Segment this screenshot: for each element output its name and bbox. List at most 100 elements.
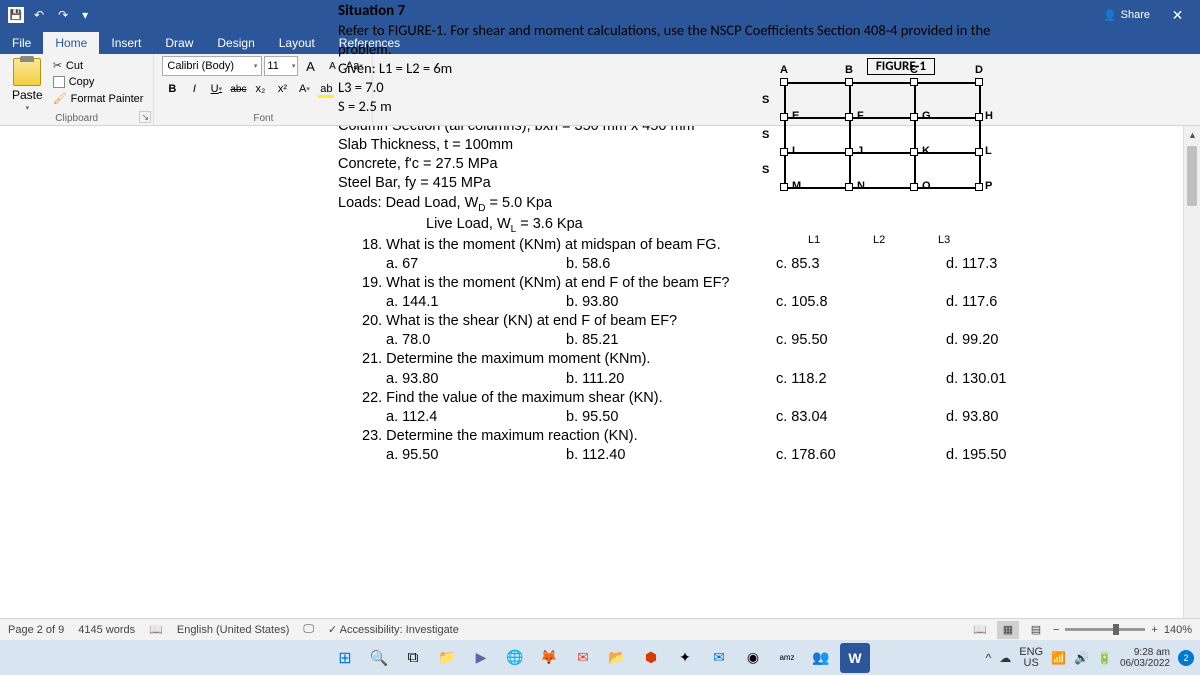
close-button[interactable]: ✕ [1155, 0, 1200, 30]
strike-button[interactable]: abc [228, 79, 248, 99]
tray-chevron-icon[interactable]: ^ [986, 651, 992, 665]
q21-opts: a. 93.80b. 111.20c. 118.2d. 130.01 [338, 370, 1182, 389]
subscript-button[interactable]: x₂ [250, 79, 270, 99]
copy-button[interactable]: Copy [51, 75, 146, 89]
zoom-out-button[interactable]: − [1053, 624, 1059, 636]
web-layout-button[interactable]: ▤ [1025, 621, 1047, 639]
font-size-value: 11 [267, 60, 278, 72]
tray-onedrive-icon[interactable]: ☁ [999, 651, 1011, 665]
underline-label: U [211, 83, 219, 95]
text-effects-button[interactable]: A▾ [294, 79, 314, 99]
notification-badge[interactable]: 2 [1178, 650, 1194, 666]
doc-slab: Slab Thickness, t = 100mm [338, 136, 1182, 155]
underline-button[interactable]: U▾ [206, 79, 226, 99]
doc-given: Given: L1 = L2 = 6m [338, 59, 452, 77]
q23-opts: a. 95.50b. 112.40c. 178.60d. 195.50 [338, 446, 1182, 465]
taskbar-app-chrome[interactable]: ◉ [738, 643, 768, 673]
brush-icon: 🖌 [53, 92, 67, 105]
zoom-in-button[interactable]: + [1151, 624, 1157, 636]
language-switcher[interactable]: ENGUS [1019, 647, 1043, 669]
taskbar-app-edge[interactable]: 🌐 [500, 643, 530, 673]
taskbar-app-teams[interactable]: 👥 [806, 643, 836, 673]
figure-label: FIGURE-1 [867, 58, 935, 75]
language-indicator[interactable]: English (United States) [177, 624, 290, 636]
tray-volume-icon[interactable]: 🔊 [1074, 651, 1089, 665]
accessibility-indicator[interactable]: ✓ Accessibility: Investigate [328, 623, 459, 636]
taskbar-app-office[interactable]: ⬢ [636, 643, 666, 673]
task-view-button[interactable]: ⧉ [398, 643, 428, 673]
read-mode-button[interactable]: 📖 [969, 621, 991, 639]
taskbar-app-video[interactable]: ▶ [466, 643, 496, 673]
font-name-value: Calibri (Body) [167, 60, 234, 72]
customize-qat[interactable]: ▾ [78, 8, 92, 22]
scroll-up-button[interactable]: ▲ [1184, 126, 1200, 143]
taskbar-app-gmail[interactable]: ✉ [568, 643, 598, 673]
taskbar-app-mail[interactable]: ✉ [704, 643, 734, 673]
effects-label: A [299, 83, 306, 95]
start-button[interactable]: ⊞ [330, 643, 360, 673]
clipboard-launcher[interactable]: ↘ [139, 111, 151, 123]
chevron-down-icon: ▾ [254, 62, 258, 70]
tab-layout[interactable]: Layout [267, 32, 327, 54]
doc-live-load: Live Load, WL = 3.6 Kpa [338, 215, 1182, 236]
copy-icon [53, 76, 65, 88]
tab-insert[interactable]: Insert [99, 32, 153, 54]
tab-design[interactable]: Design [205, 32, 266, 54]
q18: 18. What is the moment (KNm) at midspan … [338, 236, 1182, 255]
ribbon: Paste ▾ ✂ Cut Copy 🖌 Format Painter Clip… [0, 54, 1200, 126]
paste-button[interactable]: Paste ▾ [8, 56, 47, 114]
page-indicator[interactable]: Page 2 of 9 [8, 624, 64, 636]
zoom-value[interactable]: 140% [1164, 624, 1192, 636]
clock[interactable]: 9:28 am06/03/2022 [1120, 647, 1170, 669]
grow-font-button[interactable]: A [300, 56, 320, 76]
highlight-button[interactable]: ab [316, 79, 336, 99]
font-size-select[interactable]: 11 ▾ [264, 56, 298, 76]
tray-wifi-icon[interactable]: 📶 [1051, 651, 1066, 665]
scroll-thumb[interactable] [1187, 146, 1197, 206]
taskbar-app-files[interactable]: 📂 [602, 643, 632, 673]
tab-draw[interactable]: Draw [153, 32, 205, 54]
chevron-down-icon: ▾ [26, 104, 30, 112]
figure-1-diagram: A B C D EFGH IJKL MNOP S S S L1 L2 L3 [780, 78, 1000, 228]
tab-home[interactable]: Home [43, 32, 99, 54]
word-count[interactable]: 4145 words [78, 624, 135, 636]
taskbar-app-slack[interactable]: ✦ [670, 643, 700, 673]
chevron-down-icon: ▾ [306, 85, 310, 93]
display-settings-icon[interactable]: 🖵 [303, 623, 314, 636]
q19-opts: a. 144.1b. 93.80c. 105.8d. 117.6 [338, 293, 1182, 312]
clipboard-group: Paste ▾ ✂ Cut Copy 🖌 Format Painter Clip… [0, 54, 154, 125]
q21: 21. Determine the maximum moment (KNm). [338, 350, 1182, 369]
italic-button[interactable]: I [184, 79, 204, 99]
q22: 22. Find the value of the maximum shear … [338, 389, 1182, 408]
taskbar: ⊞ 🔍 ⧉ 📁 ▶ 🌐 🦊 ✉ 📂 ⬢ ✦ ✉ ◉ amz 👥 W ^ ☁ EN… [0, 640, 1200, 675]
clipboard-group-label: Clipboard [0, 113, 153, 124]
q22-opts: a. 112.4b. 95.50c. 83.04d. 93.80 [338, 408, 1182, 427]
copy-label: Copy [69, 76, 95, 88]
paste-label: Paste [12, 88, 43, 102]
spell-check-icon[interactable]: 📖 [149, 623, 163, 636]
superscript-button[interactable]: x² [272, 79, 292, 99]
format-painter-label: Format Painter [71, 93, 144, 105]
redo-button[interactable]: ↷ [54, 8, 72, 22]
cut-button[interactable]: ✂ Cut [51, 58, 146, 73]
undo-button[interactable]: ↶ [30, 8, 48, 22]
zoom-slider[interactable] [1065, 628, 1145, 631]
doc-title: Situation 7 [338, 2, 405, 20]
bold-button[interactable]: B [162, 79, 182, 99]
document-area[interactable]: Column Section (all columns), bxh = 350 … [0, 126, 1200, 640]
taskbar-app-amazon[interactable]: amz [772, 643, 802, 673]
print-layout-button[interactable]: ▦ [997, 621, 1019, 639]
vertical-scrollbar[interactable]: ▲ ▼ [1183, 126, 1200, 640]
taskbar-app-word[interactable]: W [840, 643, 870, 673]
tray-battery-icon[interactable]: 🔋 [1097, 651, 1112, 665]
taskbar-app-explorer[interactable]: 📁 [432, 643, 462, 673]
search-button[interactable]: 🔍 [364, 643, 394, 673]
q18-opts: a. 67b. 58.6c. 85.3d. 117.3 [338, 255, 1182, 274]
status-bar: Page 2 of 9 4145 words 📖 English (United… [0, 618, 1200, 640]
tab-file[interactable]: File [0, 32, 43, 54]
font-name-select[interactable]: Calibri (Body) ▾ [162, 56, 262, 76]
format-painter-button[interactable]: 🖌 Format Painter [51, 91, 146, 106]
q20: 20. What is the shear (KN) at end F of b… [338, 312, 1182, 331]
taskbar-app-firefox[interactable]: 🦊 [534, 643, 564, 673]
save-icon[interactable]: 💾 [8, 7, 24, 23]
